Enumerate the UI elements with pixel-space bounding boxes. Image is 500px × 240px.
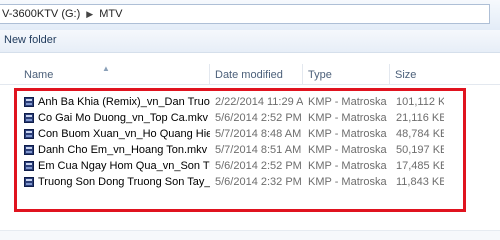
file-date: 2/22/2014 11:29 AM [215, 96, 303, 108]
file-row[interactable]: Truong Son Dong Truong Son Tay_vn_T... 5… [0, 174, 500, 190]
file-list: Anh Ba Khia (Remix)_vn_Dan Truong.mkv 2/… [0, 94, 500, 190]
file-size: 17,485 KB [396, 160, 444, 172]
column-size[interactable]: Size [391, 64, 461, 84]
column-type[interactable]: Type [304, 64, 390, 84]
column-header: ▲ Name Date modified Type Size [0, 64, 500, 85]
file-size: 11,843 KB [396, 176, 444, 188]
file-name: Co Gai Mo Duong_vn_Top Ca.mkv [38, 112, 208, 124]
new-folder-button[interactable]: New folder [4, 34, 57, 46]
file-date: 5/7/2014 8:48 AM [215, 128, 302, 140]
column-name[interactable]: ▲ Name [20, 64, 210, 84]
file-type: KMP - Matroska File [308, 128, 390, 140]
file-name: Em Cua Ngay Hom Qua_vn_Son Tung M... [38, 160, 210, 172]
video-file-icon [24, 145, 34, 155]
details-pane [0, 230, 500, 240]
file-type: KMP - Matroska File [308, 96, 390, 108]
file-date: 5/6/2014 2:52 PM [215, 112, 302, 124]
chevron-right-icon[interactable]: ▶ [86, 9, 93, 20]
file-size: 101,112 KB [396, 96, 444, 108]
video-file-icon [24, 129, 34, 139]
file-row[interactable]: Con Buom Xuan_vn_Ho Quang Hieu.mkv 5/7/2… [0, 126, 500, 142]
column-name-label: Name [24, 69, 54, 81]
video-file-icon [24, 113, 34, 123]
file-type: KMP - Matroska File [308, 160, 390, 172]
file-size: 21,116 KB [396, 112, 444, 124]
column-size-label: Size [395, 69, 417, 81]
address-field[interactable]: V-3600KTV (G:) ▶ MTV [0, 4, 490, 24]
column-type-label: Type [308, 69, 332, 81]
command-bar: New folder [0, 30, 500, 53]
file-type: KMP - Matroska File [308, 112, 390, 124]
file-name: Truong Son Dong Truong Son Tay_vn_T... [38, 176, 210, 188]
file-type: KMP - Matroska File [308, 144, 390, 156]
file-size: 50,197 KB [396, 144, 444, 156]
file-type: KMP - Matroska File [308, 176, 390, 188]
file-name: Con Buom Xuan_vn_Ho Quang Hieu.mkv [38, 128, 210, 140]
file-size: 48,784 KB [396, 128, 444, 140]
file-date: 5/6/2014 2:32 PM [215, 176, 302, 188]
video-file-icon [24, 161, 34, 171]
breadcrumb-drive[interactable]: V-3600KTV (G:) [2, 8, 80, 20]
explorer-window: V-3600KTV (G:) ▶ MTV New folder ▲ Name D… [0, 0, 500, 240]
file-date: 5/6/2014 2:52 PM [215, 160, 302, 172]
file-date: 5/7/2014 8:51 AM [215, 144, 302, 156]
sort-ascending-icon: ▲ [102, 64, 110, 73]
file-name: Danh Cho Em_vn_Hoang Ton.mkv [38, 144, 208, 156]
address-bar: V-3600KTV (G:) ▶ MTV [0, 0, 500, 31]
file-row[interactable]: Em Cua Ngay Hom Qua_vn_Son Tung M... 5/6… [0, 158, 500, 174]
file-name: Anh Ba Khia (Remix)_vn_Dan Truong.mkv [38, 96, 210, 108]
video-file-icon [24, 97, 34, 107]
breadcrumb-folder[interactable]: MTV [99, 8, 122, 20]
video-file-icon [24, 177, 34, 187]
column-date-modified[interactable]: Date modified [211, 64, 303, 84]
file-row[interactable]: Co Gai Mo Duong_vn_Top Ca.mkv 5/6/2014 2… [0, 110, 500, 126]
file-row[interactable]: Anh Ba Khia (Remix)_vn_Dan Truong.mkv 2/… [0, 94, 500, 110]
file-row[interactable]: Danh Cho Em_vn_Hoang Ton.mkv 5/7/2014 8:… [0, 142, 500, 158]
column-date-label: Date modified [215, 69, 283, 81]
